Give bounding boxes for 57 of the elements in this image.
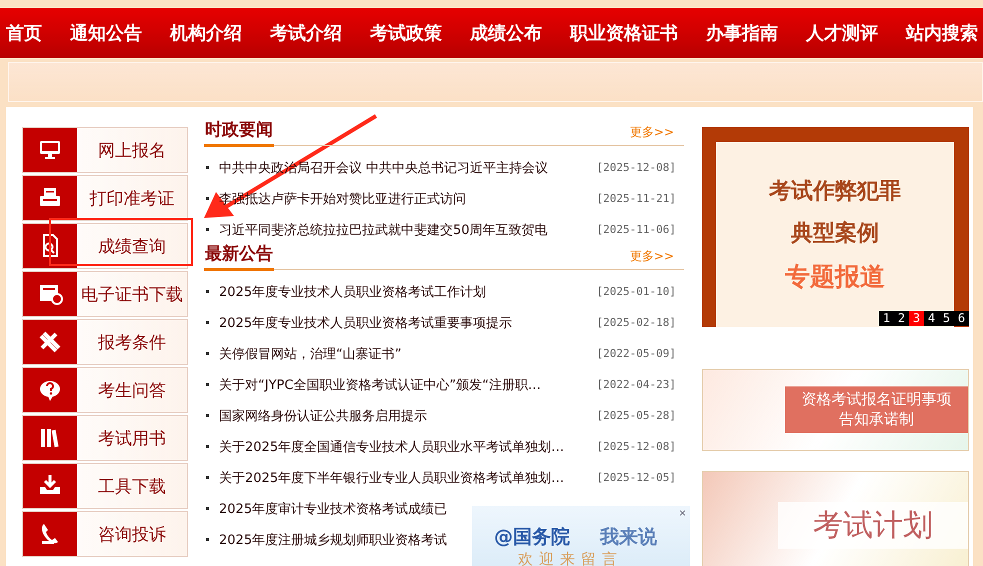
sidebar-item[interactable]: 网上报名 — [22, 127, 188, 173]
banner-text: 专题报道 — [785, 261, 885, 293]
banner-text: 资格考试报名证明事项 — [802, 390, 952, 410]
nav-link[interactable]: 首页 — [4, 21, 44, 45]
page-dot[interactable]: 4 — [924, 311, 939, 326]
news-date: [2025-05-28] — [596, 409, 676, 422]
news-link[interactable]: 2025年度注册城乡规划师职业资格考试 — [204, 530, 448, 548]
section-title: 最新公告 — [204, 242, 274, 271]
sidebar-item[interactable]: 工具下载 — [22, 463, 188, 509]
sidebar-item[interactable]: 电子证书下载 — [22, 271, 188, 317]
slideshow-banner[interactable]: 考试作弊犯罪 典型案例 专题报道 1 2 3 4 5 6 — [702, 127, 969, 327]
news-link[interactable]: 2025年度专业技术人员职业资格考试重要事项提示 — [204, 314, 512, 332]
popup-title: @国务院 — [494, 525, 570, 550]
promo-banner[interactable]: 考试计划 — [702, 470, 969, 566]
page-dot[interactable]: 6 — [954, 311, 969, 326]
close-button[interactable]: × — [676, 506, 688, 520]
nav-link[interactable]: 职业资格证书 — [568, 21, 680, 45]
sidebar-item[interactable]: 打印准考证 — [22, 175, 188, 221]
news-date: [2025-11-21] — [596, 192, 676, 205]
banner-text: 考试计划 — [813, 506, 933, 545]
news-link[interactable]: 关于2025年度下半年银行业专业人员职业资格考试单独划… — [204, 468, 564, 486]
nav-link[interactable]: 考试政策 — [368, 21, 444, 45]
news-date: [2025-01-10] — [596, 285, 676, 298]
nav-link[interactable]: 站内搜索 — [904, 21, 980, 45]
popup-subtitle: 欢迎来留言 — [518, 550, 623, 566]
nav-link[interactable]: 成绩公布 — [468, 21, 544, 45]
nav-link[interactable]: 通知公告 — [68, 21, 144, 45]
banner-text: 告知承诺制 — [839, 410, 914, 430]
news-date: [2022-05-09] — [596, 347, 676, 360]
news-link[interactable]: 关于2025年度全国通信专业技术人员职业水平考试单独划… — [204, 438, 564, 456]
sidebar-item[interactable]: 考生问答 — [22, 367, 188, 413]
news-date: [2025-12-05] — [596, 471, 676, 484]
section-title: 时政要闻 — [204, 118, 274, 147]
nav-link[interactable]: 机构介绍 — [168, 21, 244, 45]
news-date: [2025-12-08] — [596, 161, 676, 174]
sidebar-item[interactable]: 咨询投诉 — [22, 511, 188, 557]
sidebar-item[interactable]: 考试用书 — [22, 415, 188, 461]
page-dot[interactable]: 1 — [879, 311, 894, 326]
page-dot[interactable]: 2 — [894, 311, 909, 326]
news-link[interactable]: 国家网络身份认证公共服务启用提示 — [204, 406, 427, 424]
news-date: [2025-11-06] — [596, 223, 676, 236]
banner-text: 考试作弊犯罪 — [769, 178, 901, 206]
news-link[interactable]: 习近平同斐济总统拉拉巴拉武就中斐建交50周年互致贺电 — [204, 220, 548, 238]
sidebar-item[interactable]: 报考条件 — [22, 319, 188, 365]
news-date: [2025-12-08] — [596, 440, 676, 453]
nav-link[interactable]: 办事指南 — [704, 21, 780, 45]
popup-title: 我来说 — [600, 525, 657, 550]
page-dot[interactable]: 5 — [939, 311, 954, 326]
news-link[interactable]: 关停假冒网站，治理“山寨证书” — [204, 344, 402, 362]
nav-link[interactable]: 考试介绍 — [268, 21, 344, 45]
news-link[interactable]: 2025年度专业技术人员职业资格考试工作计划 — [204, 282, 486, 300]
nav-link[interactable]: 人才测评 — [804, 21, 880, 45]
news-link[interactable]: 关于对“JYPC全国职业资格考试认证中心”颁发“注册职… — [204, 376, 541, 394]
banner-text: 典型案例 — [791, 220, 879, 248]
news-link[interactable]: 2025年度审计专业技术资格考试成绩已 — [204, 500, 448, 518]
news-date: [2022-04-23] — [596, 378, 676, 391]
news-date: [2025-02-18] — [596, 316, 676, 329]
